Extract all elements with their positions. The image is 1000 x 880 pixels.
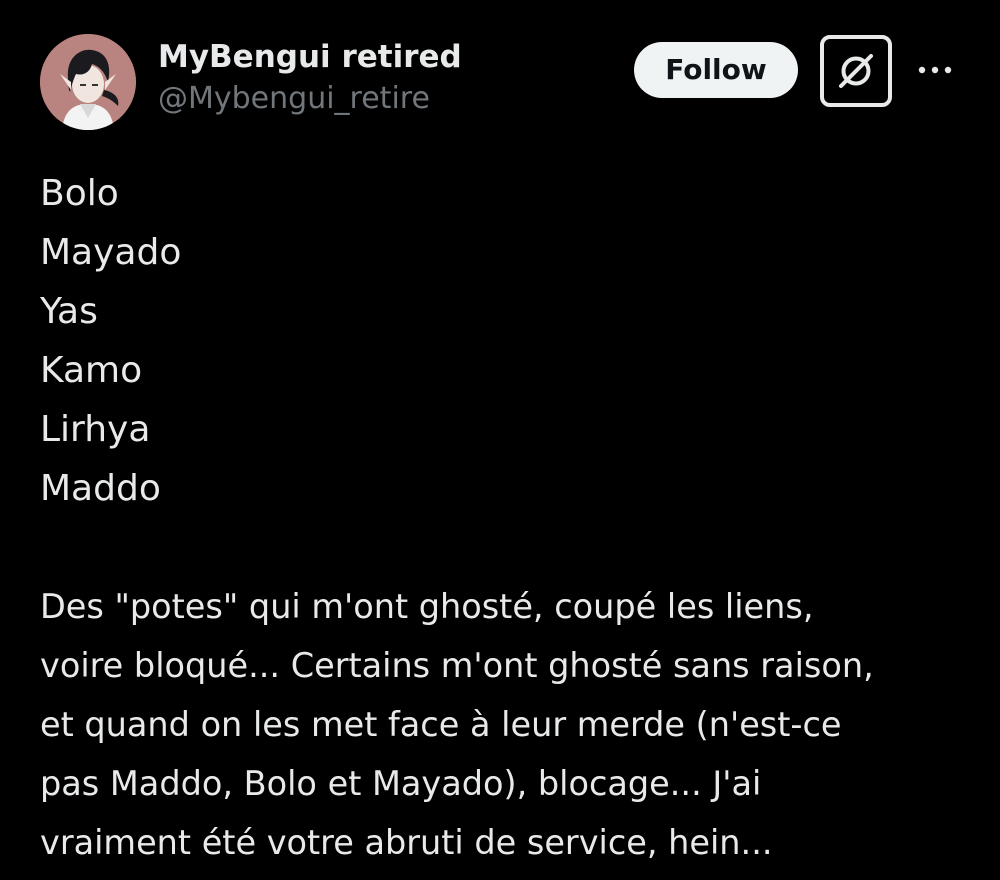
- list-item: Mayado: [40, 232, 182, 273]
- tweet: MyBengui retired @Mybengui_retire Follow…: [0, 0, 1000, 880]
- tweet-text: Bolo Mayado Yas Kamo Lirhya Maddo Des "p…: [40, 164, 960, 872]
- more-options-button[interactable]: [910, 52, 960, 88]
- list-item: Yas: [40, 291, 98, 332]
- list-item: Lirhya: [40, 409, 151, 450]
- author-handle[interactable]: @Mybengui_retire: [158, 78, 462, 120]
- paragraph-line: et quand on les met face à leur merde (n…: [40, 705, 842, 744]
- tweet-paragraph: Des "potes" qui m'ont ghosté, coupé les …: [40, 577, 960, 872]
- list-item: Bolo: [40, 173, 119, 214]
- avatar[interactable]: [40, 34, 136, 130]
- names-list: Bolo Mayado Yas Kamo Lirhya Maddo: [40, 164, 960, 518]
- follow-button[interactable]: Follow: [634, 42, 798, 98]
- more-horizontal-icon: [918, 66, 952, 74]
- list-item: Maddo: [40, 468, 161, 509]
- list-item: Kamo: [40, 350, 143, 391]
- author-names: MyBengui retired @Mybengui_retire: [158, 36, 462, 120]
- paragraph-line: vraiment été votre abruti de service, he…: [40, 823, 773, 862]
- paragraph-line: voire bloqué... Certains m'ont ghosté sa…: [40, 646, 874, 685]
- avatar-illustration: [40, 34, 136, 130]
- author-display-name[interactable]: MyBengui retired: [158, 36, 462, 78]
- grok-icon: [839, 54, 873, 88]
- paragraph-line: Des "potes" qui m'ont ghosté, coupé les …: [40, 587, 814, 626]
- paragraph-line: pas Maddo, Bolo et Mayado), blocage... J…: [40, 764, 762, 803]
- grok-button[interactable]: [820, 35, 892, 107]
- tweet-header: MyBengui retired @Mybengui_retire Follow: [40, 32, 960, 132]
